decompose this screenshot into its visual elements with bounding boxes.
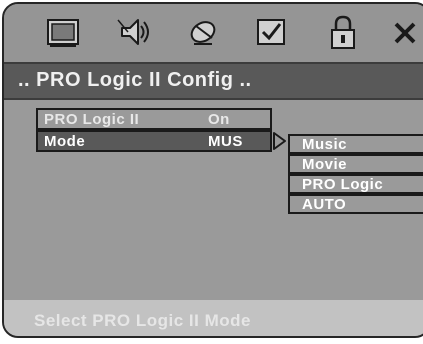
status-text: Select PRO Logic II Mode (34, 311, 251, 330)
submenu-item-label: Music (302, 136, 348, 153)
display-icon[interactable] (44, 14, 82, 52)
submenu-item-pro-logic[interactable]: PRO Logic (288, 174, 423, 194)
menu-row-pro-logic-ii[interactable]: PRO Logic II On (36, 108, 272, 130)
menu-panel: PRO Logic II On Mode MUS Music Movie PRO… (4, 100, 423, 300)
submenu-item-label: AUTO (302, 196, 347, 213)
submenu-arrow-icon (272, 131, 288, 151)
satellite-icon[interactable] (184, 14, 222, 52)
submenu-item-label: Movie (302, 156, 348, 173)
close-icon[interactable] (386, 14, 423, 52)
submenu-item-label: PRO Logic (302, 176, 384, 193)
icon-bar (4, 4, 423, 62)
menu-row-mode[interactable]: Mode MUS (36, 130, 272, 152)
title-bar: .. PRO Logic II Config .. (4, 62, 423, 100)
submenu-item-auto[interactable]: AUTO (288, 194, 423, 214)
osd-window: .. PRO Logic II Config .. PRO Logic II O… (2, 2, 423, 338)
speaker-icon[interactable] (114, 14, 152, 52)
menu-row-value: MUS (208, 133, 243, 150)
checkbox-icon[interactable] (252, 14, 290, 52)
lock-icon[interactable] (324, 14, 362, 52)
submenu-item-music[interactable]: Music (288, 134, 423, 154)
menu-row-label: Mode (44, 133, 86, 150)
menu-row-label: PRO Logic II (44, 111, 140, 128)
page-title: .. PRO Logic II Config .. (18, 69, 252, 91)
submenu-item-movie[interactable]: Movie (288, 154, 423, 174)
menu-row-value: On (208, 111, 230, 128)
status-bar: Select PRO Logic II Mode (4, 300, 423, 336)
